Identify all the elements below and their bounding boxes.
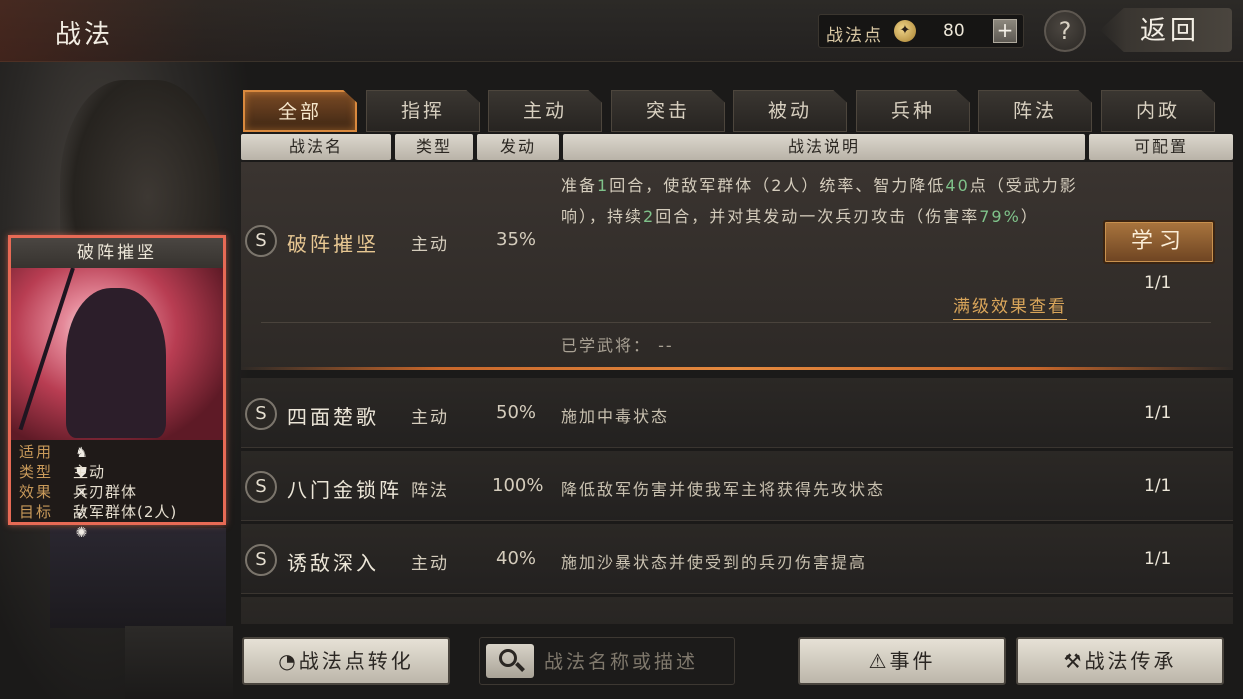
column-type[interactable]: 类型 — [395, 134, 473, 160]
selected-row-underline — [241, 367, 1233, 370]
applies-key: 适用 — [19, 443, 54, 461]
tactic-rate: 100% — [492, 475, 544, 496]
divider — [261, 322, 1211, 323]
tactic-summary: 施加中毒状态 — [561, 407, 670, 426]
tactic-count: 1/1 — [1144, 549, 1172, 569]
tactic-list[interactable]: S 破阵摧坚 主动 35% 准备1回合，使敌军群体（2人）统率、智力降低40点（… — [241, 162, 1233, 624]
tab-troop[interactable]: 兵种 — [856, 90, 970, 132]
grade-badge: S — [245, 471, 277, 503]
hammer-icon: ⚒ — [1063, 649, 1085, 673]
tactic-summary: 施加沙暴状态并使受到的兵刃伤害提高 — [561, 553, 868, 572]
effect-key: 效果 — [19, 483, 54, 501]
tactic-count: 1/1 — [1144, 273, 1172, 293]
tactic-card: 破阵摧坚 适用 ♞⛊✕➹✺ 类型 主动 效果 兵刃群体 目标 敌军群体(2人) — [8, 235, 226, 541]
tactic-point-coin-icon: ✦ — [894, 20, 916, 42]
target-key: 目标 — [19, 503, 54, 521]
convert-points-label: 战法点转化 — [298, 649, 414, 673]
tactic-type: 阵法 — [411, 481, 449, 501]
tactic-type: 主动 — [411, 408, 449, 428]
tactic-row[interactable]: S 诱敌深入 主动 40% 施加沙暴状态并使受到的兵刃伤害提高 1/1 — [241, 524, 1233, 594]
type-value: 主动 — [73, 463, 106, 481]
type-key: 类型 — [19, 463, 54, 481]
tactic-name: 四面楚歌 — [287, 405, 379, 429]
tactic-summary: 降低敌军伤害并使我军主将获得先攻状态 — [561, 480, 886, 499]
card-title: 破阵摧坚 — [11, 238, 223, 268]
back-label[interactable]: 返回 — [1140, 10, 1200, 47]
card-background-art — [50, 528, 226, 628]
alert-icon: ⚠ — [868, 649, 890, 673]
target-row: 目标 敌军群体(2人) — [19, 502, 176, 522]
swap-icon: ◔ — [278, 649, 299, 673]
tactic-type: 主动 — [411, 235, 449, 255]
tab-all[interactable]: 全部 — [243, 90, 357, 132]
tactic-type: 主动 — [411, 554, 449, 574]
max-level-effect-link[interactable]: 满级效果查看 — [953, 292, 1067, 320]
tactic-points-box: 战法点 ✦ 80 + — [818, 14, 1024, 48]
grade-badge: S — [245, 544, 277, 576]
tactic-count: 1/1 — [1144, 476, 1172, 496]
tactic-row[interactable]: S 四面楚歌 主动 50% 施加中毒状态 1/1 — [241, 378, 1233, 448]
tactic-rate: 40% — [496, 548, 537, 569]
column-description: 战法说明 — [563, 134, 1085, 160]
convert-points-button[interactable]: ◔战法点转化 — [242, 637, 450, 685]
column-trigger[interactable]: 发动 — [477, 134, 559, 160]
title-glow — [0, 0, 340, 62]
page-title: 战法 — [55, 20, 114, 50]
top-bar: 战法 战法点 ✦ 80 + ? 返回 — [0, 0, 1243, 62]
inherit-label: 战法传承 — [1084, 649, 1177, 673]
card-info: 适用 ♞⛊✕➹✺ 类型 主动 效果 兵刃群体 目标 敌军群体(2人) — [11, 440, 223, 541]
search-icon-handle — [515, 662, 525, 672]
events-label: 事件 — [889, 649, 936, 673]
inherit-button[interactable]: ⚒战法传承 — [1016, 637, 1224, 685]
table-header: 战法名 类型 发动 战法说明 可配置 — [241, 134, 1233, 160]
tactic-row[interactable]: S 八门金锁阵 阵法 100% 降低敌军伤害并使我军主将获得先攻状态 1/1 — [241, 451, 1233, 521]
target-value: 敌军群体(2人) — [73, 503, 178, 521]
grade-badge: S — [245, 225, 277, 257]
tab-command[interactable]: 指挥 — [366, 90, 480, 132]
tactic-name: 破阵摧坚 — [287, 232, 379, 256]
tab-internal[interactable]: 内政 — [1101, 90, 1215, 132]
tactic-rate: 35% — [496, 229, 537, 250]
tactic-points-value: 80 — [943, 21, 965, 41]
tab-assault[interactable]: 突击 — [611, 90, 725, 132]
tactic-name: 八门金锁阵 — [287, 478, 402, 502]
help-button[interactable]: ? — [1044, 10, 1086, 52]
cavalry-icon: ♞ — [75, 445, 88, 461]
effect-value: 兵刃群体 — [73, 483, 138, 501]
learned-generals: 已学武将： -- — [561, 336, 674, 355]
effect-row: 效果 兵刃群体 — [19, 482, 136, 502]
siege-icon: ✺ — [75, 525, 88, 541]
applies-row: 适用 ♞⛊✕➹✺ — [19, 442, 88, 541]
type-row: 类型 主动 — [19, 462, 104, 482]
tactic-artwork — [11, 268, 223, 440]
events-button[interactable]: ⚠事件 — [798, 637, 1006, 685]
tactic-name: 诱敌深入 — [287, 551, 379, 575]
search-box — [479, 637, 735, 685]
tab-passive[interactable]: 被动 — [733, 90, 847, 132]
search-button[interactable] — [486, 644, 534, 678]
tactic-points-label: 战法点 — [826, 26, 883, 46]
warrior-art — [66, 288, 166, 438]
tab-formation[interactable]: 阵法 — [978, 90, 1092, 132]
search-input[interactable] — [544, 646, 729, 678]
tactic-row-partial[interactable] — [241, 597, 1233, 624]
tactic-description: 准备1回合，使敌军群体（2人）统率、智力降低40点（受武力影响），持续2回合，并… — [561, 176, 1078, 226]
column-configurable[interactable]: 可配置 — [1089, 134, 1233, 160]
tactic-count: 1/1 — [1144, 403, 1172, 423]
add-points-button[interactable]: + — [993, 19, 1017, 43]
tactic-rate: 50% — [496, 402, 537, 423]
card-background-art-lower — [125, 626, 233, 699]
learn-button[interactable]: 学习 — [1103, 220, 1215, 264]
column-name[interactable]: 战法名 — [241, 134, 391, 160]
tab-active[interactable]: 主动 — [488, 90, 602, 132]
category-tabs: 全部 指挥 主动 突击 被动 兵种 阵法 内政 — [243, 90, 1233, 132]
grade-badge: S — [245, 398, 277, 430]
tactic-row-expanded[interactable]: S 破阵摧坚 主动 35% 准备1回合，使敌军群体（2人）统率、智力降低40点（… — [241, 162, 1233, 370]
